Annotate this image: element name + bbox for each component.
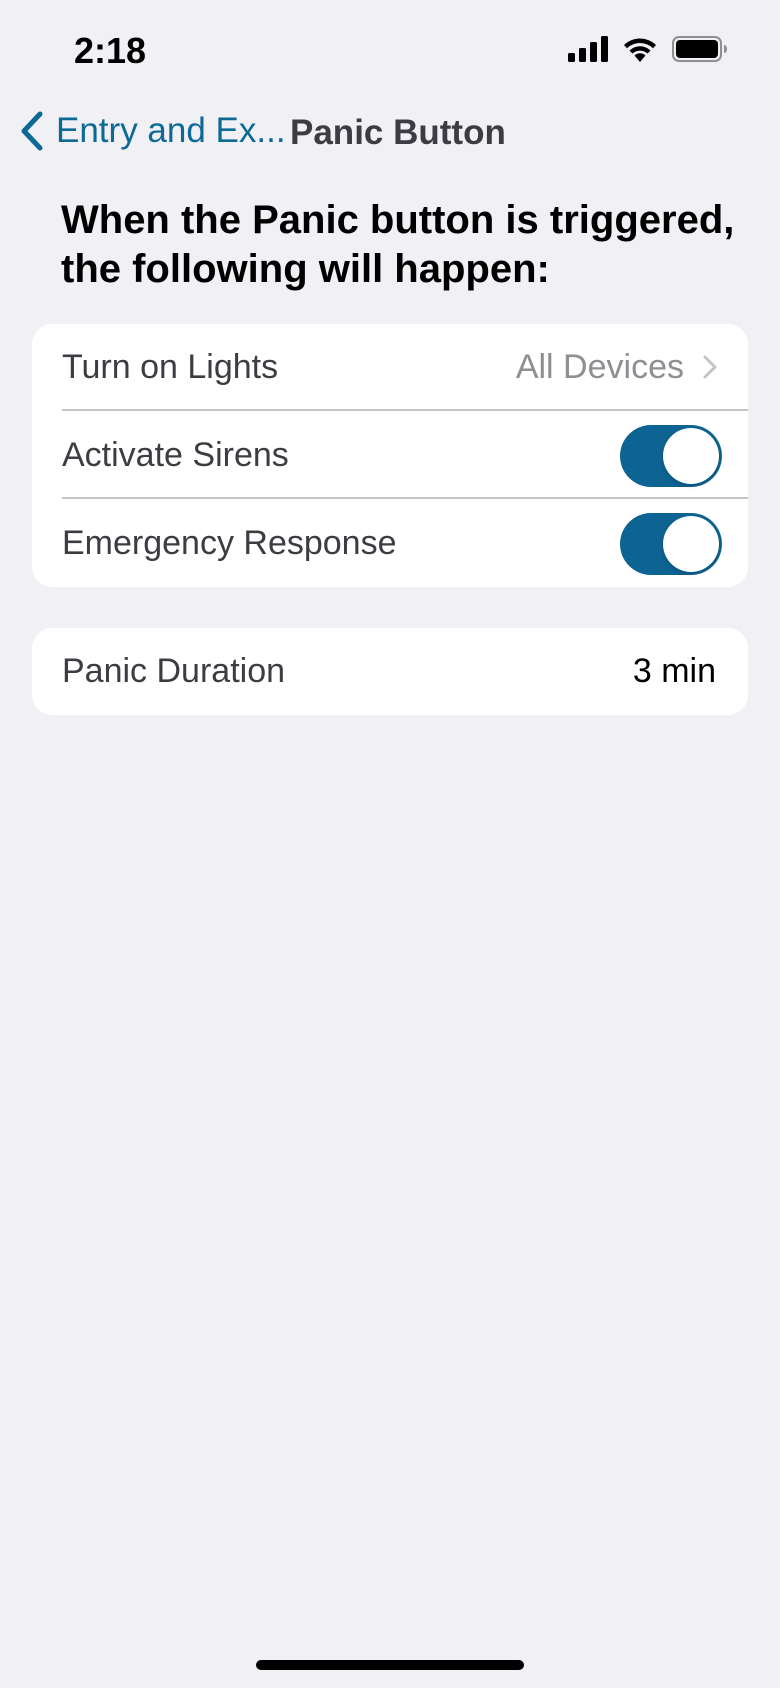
page-title: Panic Button	[290, 113, 506, 152]
emergency-response-toggle[interactable]	[620, 513, 722, 575]
divider	[62, 409, 748, 411]
status-icons	[568, 36, 728, 62]
toggle-knob	[663, 516, 719, 572]
activate-sirens-row: Activate Sirens	[32, 412, 748, 499]
home-indicator	[256, 1660, 524, 1670]
panic-actions-card: Turn on Lights All Devices Activate Sire…	[32, 324, 748, 587]
panic-duration-row[interactable]: Panic Duration 3 min	[32, 628, 748, 715]
back-button-label: Entry and Ex...	[56, 111, 286, 150]
chevron-left-icon	[21, 111, 43, 151]
status-time: 2:18	[74, 30, 147, 71]
battery-icon	[672, 36, 727, 62]
turn-on-lights-value: All Devices	[515, 348, 684, 386]
divider	[62, 497, 748, 499]
navigation-bar: Entry and Ex... Panic Button	[0, 100, 780, 166]
panic-duration-label: Panic Duration	[62, 652, 286, 690]
panic-duration-card: Panic Duration 3 min	[32, 628, 748, 715]
emergency-response-row: Emergency Response	[32, 500, 748, 587]
activate-sirens-label: Activate Sirens	[62, 436, 289, 474]
panic-duration-value: 3 min	[632, 652, 716, 690]
toggle-knob	[663, 428, 719, 484]
status-bar: 2:18	[0, 0, 780, 100]
activate-sirens-toggle[interactable]	[620, 425, 722, 487]
turn-on-lights-label: Turn on Lights	[62, 348, 279, 386]
wifi-icon	[624, 38, 656, 62]
headline: When the Panic button is triggered, the …	[61, 198, 735, 291]
emergency-response-label: Emergency Response	[62, 524, 397, 562]
back-button[interactable]: Entry and Ex...	[18, 110, 286, 152]
cellular-signal-icon	[568, 36, 608, 62]
turn-on-lights-row[interactable]: Turn on Lights All Devices	[32, 324, 748, 411]
chevron-right-icon	[703, 355, 717, 379]
